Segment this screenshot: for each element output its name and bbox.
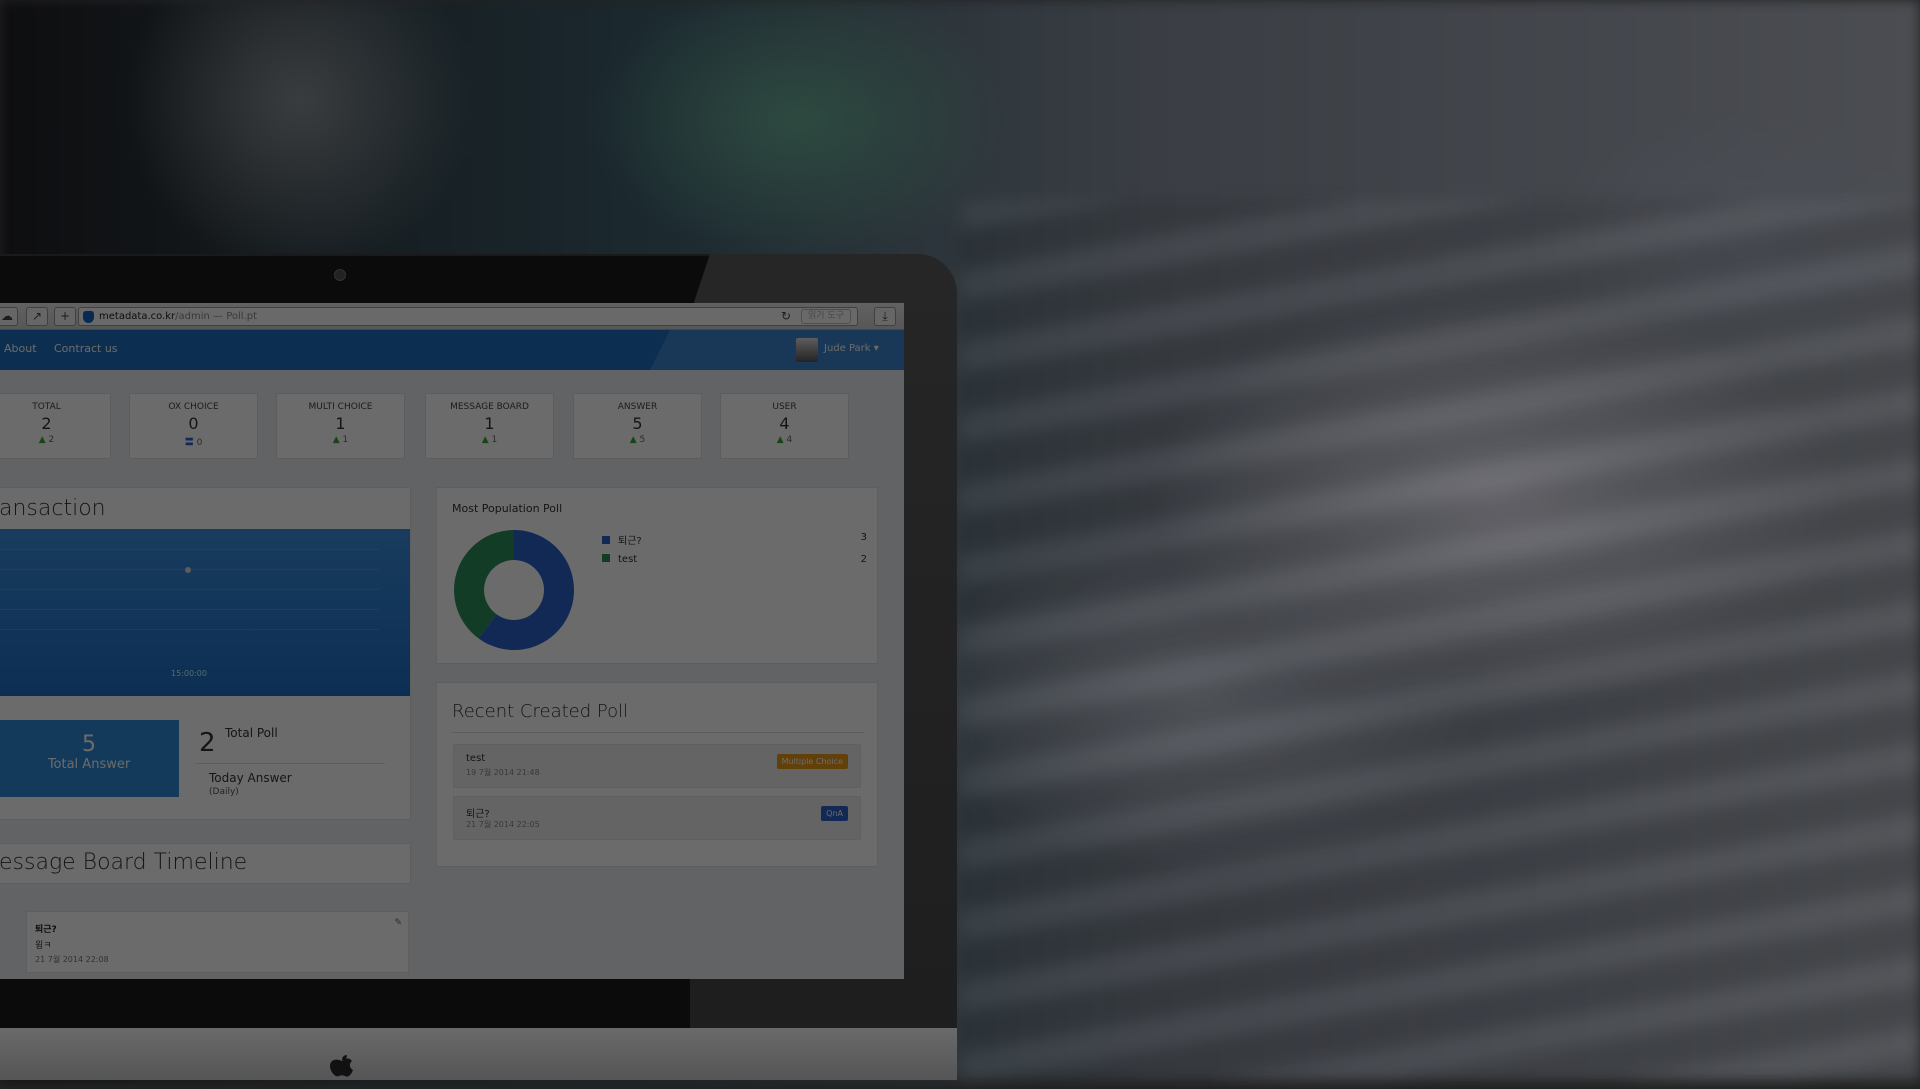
url-path: /admin — Poll.pt [175, 311, 258, 322]
stat-value: 2 [41, 414, 52, 433]
stat-title: OX CHOICE [168, 402, 219, 412]
donut-chart [454, 530, 574, 650]
download-icon[interactable]: ⤓ [874, 307, 896, 326]
nav-about[interactable]: About [4, 342, 37, 355]
trend-up-icon: ▲ [332, 435, 340, 445]
laptop-screen: ☁ ↗ + metadata.co.kr/admin — Poll.pt ↻ 읽… [0, 303, 904, 979]
x-tick-label: 15:00:00 [171, 669, 207, 678]
timeline-item-body: 윙ㅋ [35, 941, 52, 951]
stat-delta: 1 [342, 435, 349, 445]
stat-title: MULTI CHOICE [308, 402, 373, 412]
today-answer-sub: (Daily) [209, 787, 239, 797]
chart-point [185, 567, 191, 573]
stat-card[interactable]: MULTI CHOICE 1 ▲ 1 [276, 393, 405, 459]
popular-poll-panel: Most Population Poll 퇴근? 3 test 2 [436, 487, 878, 664]
stat-value: 1 [335, 414, 346, 433]
stat-delta: 5 [639, 435, 646, 445]
site-icon [83, 311, 94, 323]
camera-icon [334, 269, 346, 281]
laptop-chin [0, 1028, 957, 1080]
legend-swatch [602, 554, 610, 562]
transaction-panel: ansaction 15:00:00 5 Total Answer 2 Tota… [0, 487, 411, 820]
legend-value: 2 [860, 554, 867, 565]
panel-title: Recent Created Poll [452, 701, 629, 722]
today-answer-label: Today Answer [209, 771, 292, 785]
stat-delta: 4 [786, 435, 793, 445]
panel-title: Most Population Poll [452, 502, 563, 515]
avatar[interactable] [796, 338, 818, 362]
reload-icon[interactable]: ↻ [781, 308, 791, 325]
url-bar[interactable]: metadata.co.kr/admin — Poll.pt ↻ 읽기 도구 [78, 307, 858, 326]
total-poll-value: 2 [199, 728, 216, 758]
total-answer-label: Total Answer [47, 757, 131, 772]
stat-delta: 1 [491, 435, 498, 445]
timeline-item[interactable]: 퇴근? 윙ㅋ 21 7월 2014 22:08 ✎ [26, 911, 409, 973]
poll-date: 19 7월 2014 21:48 [466, 768, 540, 777]
browser-toolbar: ☁ ↗ + metadata.co.kr/admin — Poll.pt ↻ 읽… [0, 303, 904, 330]
recent-poll-panel: Recent Created Poll test 19 7월 2014 21:4… [436, 682, 878, 867]
transaction-chart: 15:00:00 [0, 529, 410, 696]
legend-item: 퇴근? 3 [602, 532, 867, 547]
top-navbar: About Contract us Jude Park ▾ [0, 330, 904, 370]
background-seats [960, 200, 1920, 1080]
legend-value: 3 [860, 532, 867, 543]
recent-poll-item[interactable]: 퇴근? 21 7월 2014 22:05 QnA [453, 796, 861, 840]
poll-name: 퇴근? [466, 809, 490, 820]
stat-title: USER [772, 402, 797, 412]
legend-label: test [618, 554, 638, 565]
reader-button[interactable]: 읽기 도구 [801, 309, 851, 324]
trend-up-icon: ▲ [629, 435, 637, 445]
trend-up-icon: ▲ [481, 435, 489, 445]
stat-card[interactable]: ANSWER 5 ▲ 5 [573, 393, 702, 459]
poll-type-badge: Multiple Choice [776, 754, 848, 769]
panel-title: essage Board Timeline [0, 850, 248, 875]
total-answer-value: 5 [82, 732, 96, 757]
stat-title: ANSWER [617, 402, 658, 412]
legend-swatch [602, 536, 610, 544]
cloud-icon[interactable]: ☁ [0, 307, 18, 326]
share-icon[interactable]: ↗ [26, 307, 48, 326]
stat-delta: 2 [48, 435, 55, 445]
stat-title: TOTAL [32, 402, 61, 412]
panel-title: ansaction [0, 496, 106, 521]
trend-up-icon: ▲ [38, 435, 46, 445]
stat-card[interactable]: OX CHOICE 0 〓 0 [129, 393, 258, 459]
stat-delta: 0 [196, 438, 203, 448]
stat-title: MESSAGE BOARD [450, 402, 529, 412]
trend-flat-icon: 〓 [184, 438, 194, 448]
legend-label: 퇴근? [618, 536, 642, 547]
stat-value: 1 [484, 414, 495, 433]
legend-item: test 2 [602, 554, 867, 565]
apple-logo-icon [326, 1054, 358, 1089]
new-tab-button[interactable]: + [54, 307, 76, 326]
stat-card[interactable]: USER 4 ▲ 4 [720, 393, 849, 459]
stat-card[interactable]: MESSAGE BOARD 1 ▲ 1 [425, 393, 554, 459]
user-menu[interactable]: Jude Park ▾ [824, 343, 879, 354]
trend-up-icon: ▲ [776, 435, 784, 445]
stat-value: 0 [188, 414, 199, 433]
total-poll-label: Total Poll [225, 726, 278, 740]
poll-name: test [466, 753, 486, 764]
poll-type-badge: QnA [821, 806, 848, 821]
stat-card[interactable]: TOTAL 2 ▲ 2 [0, 393, 111, 459]
paperclip-icon[interactable]: ✎ [394, 918, 402, 928]
url-host: metadata.co.kr [99, 311, 176, 322]
stat-value: 4 [779, 414, 790, 433]
timeline-item-date: 21 7월 2014 22:08 [35, 955, 109, 964]
timeline-panel: essage Board Timeline [0, 843, 411, 884]
poll-date: 21 7월 2014 22:05 [466, 820, 540, 829]
recent-poll-item[interactable]: test 19 7월 2014 21:48 Multiple Choice [453, 744, 861, 788]
timeline-item-title: 퇴근? [35, 925, 57, 935]
total-answer-box: 5 Total Answer [0, 720, 179, 797]
stat-value: 5 [632, 414, 643, 433]
nav-contract-us[interactable]: Contract us [54, 342, 118, 355]
